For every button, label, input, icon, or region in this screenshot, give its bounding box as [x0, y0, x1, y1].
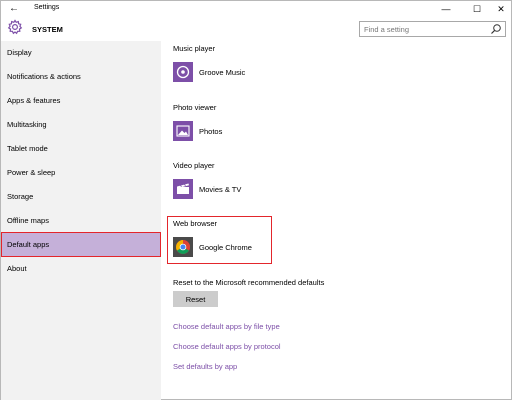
maximize-button[interactable]: ☐ — [464, 1, 490, 17]
gear-icon — [7, 19, 23, 35]
search-icon[interactable] — [490, 23, 502, 35]
category-video-player: Video player — [173, 161, 215, 170]
default-app-browser[interactable]: Google Chrome — [173, 237, 293, 259]
window-title: Settings — [34, 4, 60, 11]
default-app-photos[interactable]: Photos — [173, 121, 293, 143]
link-defaults-by-protocol[interactable]: Choose default apps by protocol — [173, 342, 281, 351]
sidebar-item-default-apps[interactable]: Default apps — [1, 233, 161, 257]
sidebar-item-power-sleep[interactable]: Power & sleep — [1, 161, 161, 185]
category-music-player: Music player — [173, 44, 216, 53]
sidebar-item-apps-features[interactable]: Apps & features — [1, 89, 161, 113]
main-content: Music player Groove Music Photo viewer P… — [161, 41, 511, 400]
photos-icon — [173, 121, 193, 141]
sidebar-nav: Display Notifications & actions Apps & f… — [1, 41, 161, 400]
default-app-music[interactable]: Groove Music — [173, 62, 293, 84]
settings-window: ← Settings — ☐ ✕ SYSTEM Display Notifica… — [0, 0, 512, 400]
chrome-icon — [173, 237, 193, 257]
section-title: SYSTEM — [32, 25, 63, 34]
sidebar-item-offline-maps[interactable]: Offline maps — [1, 209, 161, 233]
sidebar-item-tablet-mode[interactable]: Tablet mode — [1, 137, 161, 161]
minimize-button[interactable]: — — [433, 1, 459, 17]
category-web-browser: Web browser — [173, 219, 218, 228]
link-set-defaults-by-app[interactable]: Set defaults by app — [173, 362, 237, 371]
groove-music-icon — [173, 62, 193, 82]
app-name-music: Groove Music — [199, 68, 246, 77]
movies-tv-icon — [173, 179, 193, 199]
sidebar-item-display[interactable]: Display — [1, 41, 161, 65]
sidebar-item-notifications[interactable]: Notifications & actions — [1, 65, 161, 89]
search-input[interactable] — [359, 21, 506, 37]
sidebar-item-about[interactable]: About — [1, 257, 161, 281]
category-photo-viewer: Photo viewer — [173, 103, 217, 112]
reset-description: Reset to the Microsoft recommended defau… — [173, 278, 325, 287]
app-name-photos: Photos — [199, 127, 223, 136]
title-bar: ← Settings — ☐ ✕ — [1, 1, 511, 17]
app-name-video: Movies & TV — [199, 185, 242, 194]
close-button[interactable]: ✕ — [488, 1, 512, 17]
sidebar-item-storage[interactable]: Storage — [1, 185, 161, 209]
reset-button[interactable]: Reset — [173, 291, 218, 307]
link-defaults-by-file-type[interactable]: Choose default apps by file type — [173, 322, 280, 331]
sidebar-item-multitasking[interactable]: Multitasking — [1, 113, 161, 137]
back-arrow-icon[interactable]: ← — [7, 2, 21, 16]
app-name-browser: Google Chrome — [199, 243, 252, 252]
default-app-video[interactable]: Movies & TV — [173, 179, 293, 201]
